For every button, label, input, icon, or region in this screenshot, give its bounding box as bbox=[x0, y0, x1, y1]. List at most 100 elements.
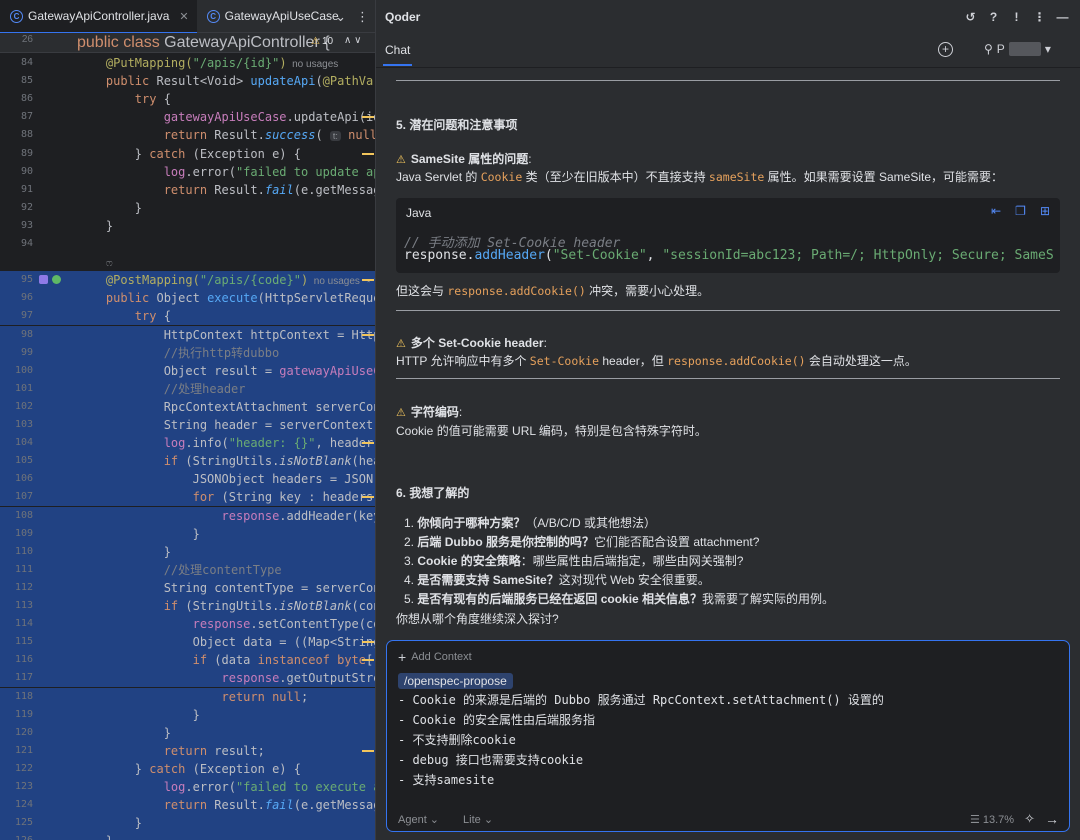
code-line[interactable]: 102 RpcContextAttachment serverContext bbox=[0, 397, 375, 416]
command-chip[interactable]: /openspec-propose bbox=[398, 673, 513, 689]
sparkle-icon[interactable]: ✧ bbox=[1024, 811, 1035, 827]
editor-tab-usecase[interactable]: C GatewayApiUseCase bbox=[197, 0, 347, 33]
code-line[interactable]: 115 Object data = ((Map<String,Obj bbox=[0, 633, 375, 652]
code-line[interactable]: 103 String header = serverContext.getA bbox=[0, 416, 375, 434]
code-text: Object data = ((Map<String,Obj bbox=[192, 635, 375, 650]
tab-label: GatewayApiController.java bbox=[28, 9, 170, 23]
more-vertical-icon[interactable]: ⋮ bbox=[356, 9, 369, 25]
code-line[interactable]: 100 Object result = gatewayApiUseCase. bbox=[0, 361, 375, 380]
code-line[interactable]: 91 return Result.fail(e.getMessage()) bbox=[0, 181, 375, 199]
history-icon[interactable]: ↺ bbox=[963, 10, 978, 25]
code-line[interactable]: 89 } catch (Exception e) { bbox=[0, 145, 375, 163]
code-line[interactable]: 96 public Object execute(HttpServletRequ… bbox=[0, 289, 375, 308]
tab-chat[interactable]: Chat bbox=[382, 43, 413, 66]
sticky-class-header[interactable]: 26 public class GatewayApiController { 1… bbox=[0, 33, 375, 53]
code-line[interactable]: 90 log.error("failed to update api", e bbox=[0, 163, 375, 181]
code-line[interactable]: 112 String contentType = serverContext bbox=[0, 578, 375, 597]
code-line[interactable]: 84 @PutMapping("/apis/{id}") no usages bbox=[0, 54, 375, 72]
code-line[interactable]: 117 response.getOutputStream() bbox=[0, 669, 375, 688]
minimize-icon[interactable]: — bbox=[1055, 10, 1070, 25]
warning-stripe-mark[interactable] bbox=[362, 749, 374, 752]
code-line[interactable]: 97 try { bbox=[0, 307, 375, 326]
line-number: 84 bbox=[20, 57, 33, 68]
warning-stripe-mark[interactable] bbox=[362, 279, 374, 282]
code-line[interactable]: 120 } bbox=[0, 723, 375, 742]
section-title: 6. 我想了解的 bbox=[396, 486, 470, 500]
code-line[interactable]: 104 log.info("header: {}", header); bbox=[0, 434, 375, 453]
insert-code-icon[interactable]: ⇤ bbox=[991, 204, 1001, 218]
apply-icon[interactable]: ⊞ bbox=[1040, 204, 1050, 218]
send-icon[interactable]: → bbox=[1045, 811, 1059, 827]
chevron-up-down-icon[interactable]: ∧ ∨ bbox=[344, 35, 361, 46]
code-line[interactable]: 125 } bbox=[0, 814, 375, 833]
code-line[interactable]: 109 } bbox=[0, 524, 375, 543]
help-icon[interactable]: ? bbox=[986, 10, 1001, 25]
code-line[interactable]: 108 response.addHeader(key, he bbox=[0, 506, 375, 525]
more-vertical-icon[interactable]: ⋮ bbox=[1032, 10, 1047, 25]
code-line[interactable]: 119 } bbox=[0, 705, 375, 724]
code-line[interactable]: 105 if (StringUtils.isNotBlank(header) bbox=[0, 452, 375, 471]
code-line[interactable]: 116 if (data instanceof byte[]) { bbox=[0, 651, 375, 670]
code-line[interactable]: 94 bbox=[0, 235, 375, 253]
code-line[interactable]: 85 public Result<Void> updateApi(@PathVa… bbox=[0, 72, 375, 90]
code-line[interactable]: 118 return null; bbox=[0, 687, 375, 706]
code-line[interactable]: 106 JSONObject headers = JSON.pars bbox=[0, 470, 375, 489]
warning-stripe-mark[interactable] bbox=[362, 152, 374, 155]
code-line[interactable]: 124 return Result.fail(e.getMessage()) bbox=[0, 796, 375, 815]
line-number: 94 bbox=[20, 238, 33, 249]
close-icon[interactable]: ✕ bbox=[179, 10, 188, 23]
new-chat-icon[interactable]: + bbox=[938, 42, 953, 57]
add-context-button[interactable]: + Add Context bbox=[398, 649, 472, 665]
code-line[interactable]: 88 return Result.success( t: null); bbox=[0, 126, 375, 144]
code-line[interactable]: 114 response.setContentType(conten bbox=[0, 615, 375, 634]
code-line[interactable]: 111 //处理contentType bbox=[0, 560, 375, 579]
line-number: 26 bbox=[21, 34, 33, 45]
endpoint-gutter-icon[interactable] bbox=[52, 275, 61, 285]
mode-selector[interactable]: Agent ⌄ bbox=[398, 813, 439, 826]
code-line[interactable]: 87 gatewayApiUseCase.updateApi(id, up bbox=[0, 108, 375, 126]
warning-stripe-mark[interactable] bbox=[362, 116, 374, 119]
warning-stripe-mark[interactable] bbox=[362, 333, 374, 336]
chat-header: Qoder ↺ ? ! ⋮ — bbox=[376, 0, 1080, 34]
code-line[interactable]: 113 if (StringUtils.isNotBlank(content bbox=[0, 597, 375, 615]
code-line[interactable]: 95 @PostMapping("/apis/{code}") no usage… bbox=[0, 271, 375, 290]
user-menu[interactable]: ⚲ P ▾ bbox=[984, 42, 1051, 56]
line-number: 85 bbox=[20, 75, 33, 87]
chat-input-box[interactable]: + Add Context /openspec-propose - Cookie… bbox=[386, 640, 1070, 832]
warning-count-badge[interactable]: 10 bbox=[311, 36, 333, 47]
code-line[interactable]: 101 //处理header bbox=[0, 379, 375, 398]
issue-text: 但这会与 response.addCookie() 冲突，需要小心处理。 bbox=[396, 284, 710, 298]
ai-gutter-icon[interactable] bbox=[39, 275, 48, 285]
chat-messages[interactable]: 5. 潜在问题和注意事项 ⚠ SameSite 属性的问题: Java Servl… bbox=[376, 68, 1080, 636]
code-line[interactable]: 92 } bbox=[0, 199, 375, 217]
code-text: } bbox=[77, 218, 114, 233]
code-editor[interactable]: C GatewayApiController.java ✕ C GatewayA… bbox=[0, 0, 375, 840]
line-number: 98 bbox=[20, 328, 33, 340]
code-line[interactable]: 122 } catch (Exception e) { bbox=[0, 759, 375, 778]
code-line[interactable]: ෆ bbox=[0, 253, 375, 271]
code-text: } bbox=[77, 526, 200, 541]
code-line[interactable]: 126 } bbox=[0, 832, 375, 840]
line-number: 113 bbox=[14, 600, 33, 611]
code-area[interactable]: 84 @PutMapping("/apis/{id}") no usages 85… bbox=[0, 33, 375, 840]
code-line[interactable]: 110 } bbox=[0, 542, 375, 561]
code-line[interactable]: 86 try { bbox=[0, 90, 375, 108]
code-line[interactable]: 107 for (String key : headers.keyS bbox=[0, 488, 375, 507]
editor-tab-controller[interactable]: C GatewayApiController.java ✕ bbox=[0, 0, 197, 34]
code-text: for (String key : headers.keyS bbox=[77, 490, 375, 505]
chevron-down-icon[interactable]: ⌄ bbox=[335, 9, 346, 25]
line-number: 92 bbox=[20, 201, 33, 213]
feedback-icon[interactable]: ! bbox=[1009, 10, 1024, 25]
code-line[interactable]: 98 HttpContext httpContext = HttpRequ bbox=[0, 325, 375, 344]
code-line[interactable]: 93 } bbox=[0, 217, 375, 235]
code-line[interactable]: 121 return result; bbox=[0, 741, 375, 760]
code-line[interactable]: 123 log.error("failed to execute api", bbox=[0, 778, 375, 796]
model-selector[interactable]: Lite ⌄ bbox=[463, 813, 493, 826]
code-line[interactable]: 99 //执行http转dubbo bbox=[0, 343, 375, 362]
warning-stripe-mark[interactable] bbox=[362, 659, 374, 662]
copy-icon[interactable]: ❐ bbox=[1015, 204, 1026, 218]
warning-stripe-mark[interactable] bbox=[362, 442, 374, 445]
warning-stripe-mark[interactable] bbox=[362, 641, 374, 644]
warning-stripe-mark[interactable] bbox=[362, 496, 374, 499]
warning-icon: ⚠ bbox=[396, 338, 406, 350]
